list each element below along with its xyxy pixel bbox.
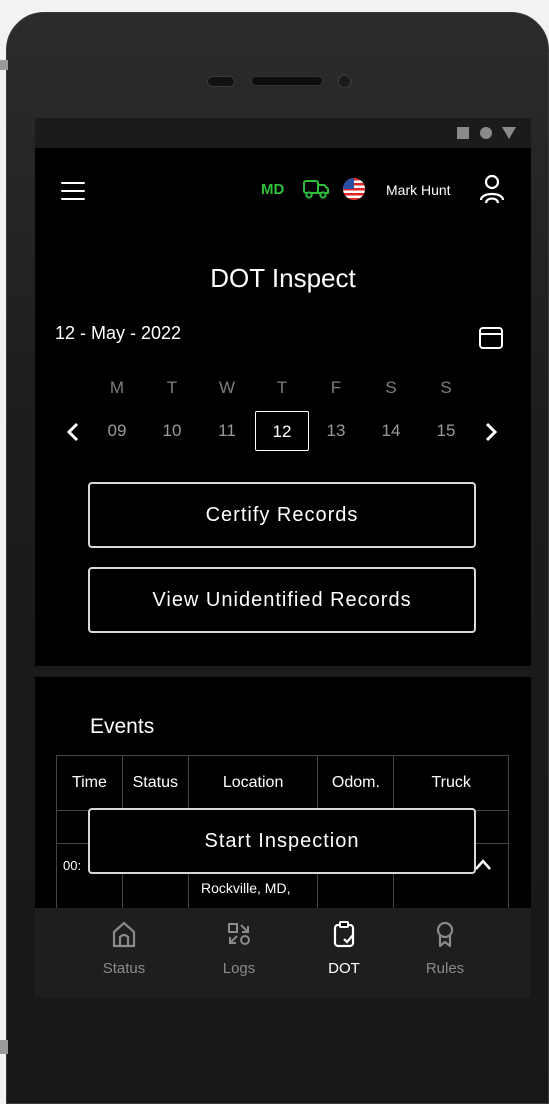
page-title: DOT Inspect: [210, 263, 356, 293]
weekday-label: W: [218, 378, 236, 397]
date-cell[interactable]: 15: [419, 411, 473, 451]
ribbon-icon: [436, 921, 454, 948]
phone-sensor: [207, 76, 235, 87]
calendar-icon[interactable]: [478, 325, 504, 351]
column-header-status[interactable]: Status: [121, 755, 189, 811]
chevron-up-icon[interactable]: [473, 856, 493, 872]
start-inspection-button[interactable]: Start Inspection: [88, 808, 476, 874]
next-week-chevron-icon[interactable]: [483, 422, 499, 442]
home-circle-icon: [480, 127, 492, 139]
nav-item-dot[interactable]: DOT: [299, 908, 389, 998]
week-day-letters: M T W T F S S: [90, 378, 475, 400]
user-name[interactable]: Mark Hunt: [386, 182, 451, 198]
weekday-label: T: [276, 378, 288, 397]
date-cell[interactable]: 13: [309, 411, 363, 451]
logs-icon: [228, 923, 250, 945]
column-header-time[interactable]: Time: [56, 755, 123, 811]
nav-label: Logs: [222, 960, 256, 977]
android-status-bar: [35, 118, 531, 148]
date-cell[interactable]: 09: [90, 411, 144, 451]
section-divider: [35, 666, 531, 677]
home-icon: [112, 921, 136, 948]
phone-camera: [337, 74, 352, 89]
event-time-cell: 00:: [63, 858, 82, 873]
nav-label: Status: [102, 960, 146, 977]
nav-label: Rules: [425, 960, 465, 977]
bottom-navigation: Status Logs DOT Rules: [35, 908, 531, 998]
back-triangle-icon: [502, 127, 516, 139]
week-date-picker: 09 10 11 12 13 14 15: [90, 411, 475, 451]
app-top-bar: MD Mark Hunt: [35, 148, 531, 230]
recents-icon: [457, 127, 469, 139]
table-header-row: Time Status Location Odom. Truck: [56, 755, 509, 811]
events-heading: Events: [90, 715, 155, 738]
date-cell-selected[interactable]: 12: [255, 411, 309, 451]
user-profile-icon[interactable]: [479, 174, 505, 204]
weekday-label: S: [440, 378, 452, 397]
app-screen: MD Mark Hunt DOT Inspect 12 - May - 2022: [35, 118, 531, 998]
hamburger-menu-icon[interactable]: [61, 182, 85, 200]
nav-label: DOT: [328, 960, 360, 977]
us-flag-icon: [343, 178, 365, 200]
nav-item-status[interactable]: Status: [79, 908, 169, 998]
column-header-truck[interactable]: Truck: [393, 755, 509, 811]
date-cell[interactable]: 10: [145, 411, 199, 451]
weekday-label: S: [385, 378, 397, 397]
phone-side-button: [0, 60, 8, 70]
certify-records-button[interactable]: Certify Records: [88, 482, 476, 548]
date-cell[interactable]: 11: [200, 411, 254, 451]
nav-item-rules[interactable]: Rules: [400, 908, 490, 998]
state-code: MD: [261, 181, 285, 198]
weekday-label: M: [109, 378, 125, 397]
phone-side-button-lower: [0, 1040, 8, 1054]
phone-speaker: [251, 76, 323, 86]
column-header-odometer[interactable]: Odom.: [317, 755, 395, 811]
weekday-label: T: [166, 378, 178, 397]
clipboard-check-icon: [333, 921, 355, 948]
event-location-cell: Rockville, MD,: [201, 880, 291, 896]
nav-item-logs[interactable]: Logs: [194, 908, 284, 998]
selected-date-label: 12 - May - 2022: [55, 323, 182, 343]
truck-icon: [303, 180, 329, 199]
previous-week-chevron-icon[interactable]: [65, 422, 81, 442]
date-cell[interactable]: 14: [364, 411, 418, 451]
view-unidentified-records-button[interactable]: View Unidentified Records: [88, 567, 476, 633]
weekday-label: F: [330, 378, 342, 397]
column-header-location[interactable]: Location: [187, 755, 319, 811]
